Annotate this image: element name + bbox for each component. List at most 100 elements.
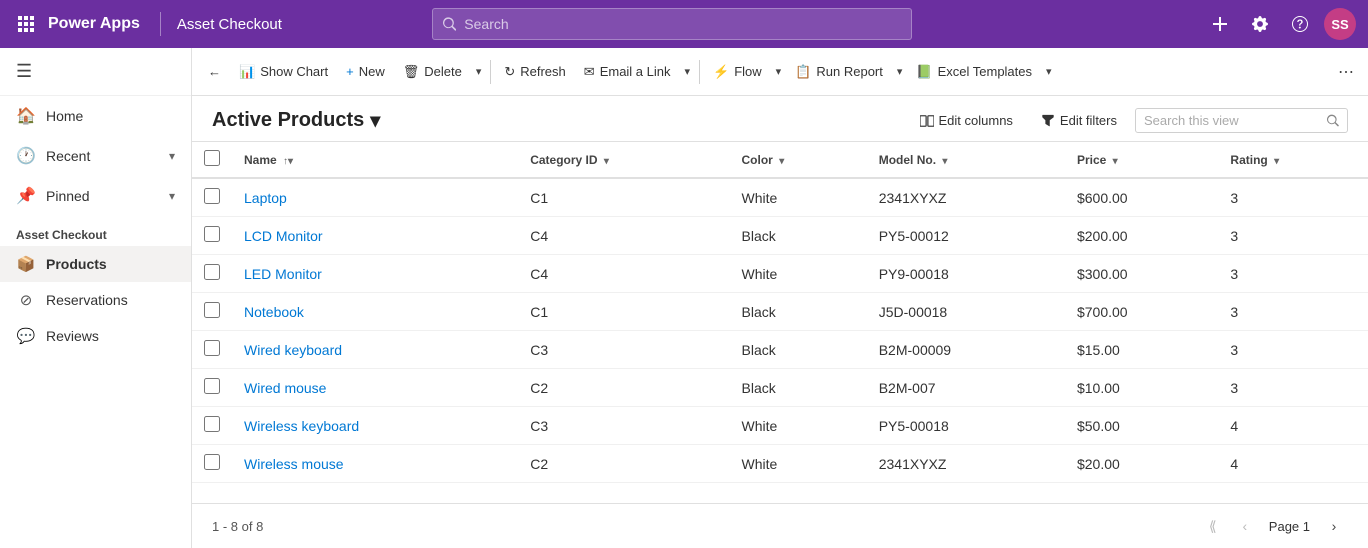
sidebar-home-label: Home bbox=[46, 108, 83, 124]
cell-name-4[interactable]: Wired keyboard bbox=[232, 331, 518, 369]
app-title: Asset Checkout bbox=[177, 16, 282, 33]
sidebar-item-recent[interactable]: 🕐 Recent ▾ bbox=[0, 136, 191, 176]
product-link-7[interactable]: Wireless mouse bbox=[244, 456, 344, 472]
row-checkbox-6[interactable] bbox=[192, 407, 232, 445]
sidebar-item-products[interactable]: 📦 Products bbox=[0, 246, 191, 282]
col-header-price[interactable]: Price ▾ bbox=[1065, 142, 1218, 178]
row-checkbox-2[interactable] bbox=[192, 255, 232, 293]
row-select-0[interactable] bbox=[204, 188, 220, 204]
recent-chevron-icon: ▾ bbox=[169, 149, 175, 163]
pin-icon: 📌 bbox=[16, 186, 36, 206]
cell-model-0: 2341XYXZ bbox=[867, 178, 1065, 217]
row-select-5[interactable] bbox=[204, 378, 220, 394]
cell-model-1: PY5-00012 bbox=[867, 217, 1065, 255]
next-page-button[interactable]: › bbox=[1320, 512, 1348, 540]
row-checkbox-0[interactable] bbox=[192, 178, 232, 217]
cell-category-1: C4 bbox=[518, 217, 729, 255]
edit-columns-button[interactable]: Edit columns bbox=[910, 108, 1023, 133]
cell-color-2: White bbox=[730, 255, 867, 293]
cell-color-4: Black bbox=[730, 331, 867, 369]
excel-dropdown-button[interactable]: ▾ bbox=[1042, 60, 1056, 83]
row-select-7[interactable] bbox=[204, 454, 220, 470]
cell-rating-6: 4 bbox=[1218, 407, 1368, 445]
row-select-6[interactable] bbox=[204, 416, 220, 432]
excel-templates-button[interactable]: 📗 Excel Templates bbox=[908, 59, 1040, 85]
row-checkbox-4[interactable] bbox=[192, 331, 232, 369]
row-select-3[interactable] bbox=[204, 302, 220, 318]
delete-dropdown-button[interactable]: ▾ bbox=[472, 60, 486, 83]
product-link-0[interactable]: Laptop bbox=[244, 190, 287, 206]
cell-category-2: C4 bbox=[518, 255, 729, 293]
refresh-label: Refresh bbox=[520, 64, 566, 79]
row-select-1[interactable] bbox=[204, 226, 220, 242]
run-report-button[interactable]: 📋 Run Report bbox=[787, 59, 891, 85]
user-avatar[interactable]: SS bbox=[1324, 8, 1356, 40]
new-button[interactable]: + New bbox=[338, 59, 393, 84]
cell-name-3[interactable]: Notebook bbox=[232, 293, 518, 331]
global-search-input[interactable] bbox=[464, 16, 901, 32]
row-select-2[interactable] bbox=[204, 264, 220, 280]
sidebar-item-pinned[interactable]: 📌 Pinned ▾ bbox=[0, 176, 191, 216]
search-view-input[interactable] bbox=[1144, 113, 1321, 128]
cell-name-6[interactable]: Wireless keyboard bbox=[232, 407, 518, 445]
row-checkbox-3[interactable] bbox=[192, 293, 232, 331]
grid-header-actions: Edit columns Edit filters bbox=[910, 108, 1349, 133]
product-link-1[interactable]: LCD Monitor bbox=[244, 228, 323, 244]
run-report-label: Run Report bbox=[816, 64, 882, 79]
record-count: 1 - 8 of 8 bbox=[212, 519, 263, 534]
email-dropdown-button[interactable]: ▾ bbox=[681, 60, 695, 83]
row-checkbox-7[interactable] bbox=[192, 445, 232, 483]
refresh-button[interactable]: ↻ Refresh bbox=[496, 59, 573, 85]
product-link-4[interactable]: Wired keyboard bbox=[244, 342, 342, 358]
col-header-color[interactable]: Color ▾ bbox=[730, 142, 867, 178]
cell-name-1[interactable]: LCD Monitor bbox=[232, 217, 518, 255]
row-checkbox-1[interactable] bbox=[192, 217, 232, 255]
row-checkbox-5[interactable] bbox=[192, 369, 232, 407]
cell-category-7: C2 bbox=[518, 445, 729, 483]
cell-name-5[interactable]: Wired mouse bbox=[232, 369, 518, 407]
select-all-checkbox[interactable] bbox=[204, 150, 220, 166]
col-header-name[interactable]: Name ↑▾ bbox=[232, 142, 518, 178]
flow-button[interactable]: ⚡ Flow bbox=[705, 59, 770, 85]
row-select-4[interactable] bbox=[204, 340, 220, 356]
back-button[interactable]: ← bbox=[200, 59, 229, 84]
cell-name-0[interactable]: Laptop bbox=[232, 178, 518, 217]
flow-dropdown-button[interactable]: ▾ bbox=[772, 60, 786, 83]
select-all-header[interactable] bbox=[192, 142, 232, 178]
help-icon[interactable] bbox=[1284, 8, 1316, 40]
first-page-button[interactable]: ⟪ bbox=[1199, 512, 1227, 540]
product-link-6[interactable]: Wireless keyboard bbox=[244, 418, 359, 434]
grid-title-chevron-icon[interactable]: ▾ bbox=[370, 108, 380, 133]
global-search-box[interactable] bbox=[432, 8, 912, 40]
table-row: Wired keyboard C3 Black B2M-00009 $15.00… bbox=[192, 331, 1368, 369]
settings-icon[interactable] bbox=[1244, 8, 1276, 40]
table-row: Wireless mouse C2 White 2341XYXZ $20.00 … bbox=[192, 445, 1368, 483]
product-link-2[interactable]: LED Monitor bbox=[244, 266, 322, 282]
cell-price-3: $700.00 bbox=[1065, 293, 1218, 331]
run-report-dropdown-button[interactable]: ▾ bbox=[893, 60, 907, 83]
sidebar-item-reservations[interactable]: ⊘ Reservations bbox=[0, 282, 191, 318]
product-link-5[interactable]: Wired mouse bbox=[244, 380, 326, 396]
sidebar-toggle[interactable]: ☰ bbox=[0, 48, 191, 96]
product-link-3[interactable]: Notebook bbox=[244, 304, 304, 320]
cell-name-2[interactable]: LED Monitor bbox=[232, 255, 518, 293]
cell-name-7[interactable]: Wireless mouse bbox=[232, 445, 518, 483]
col-header-rating[interactable]: Rating ▾ bbox=[1218, 142, 1368, 178]
email-link-label: Email a Link bbox=[600, 64, 671, 79]
cell-rating-7: 4 bbox=[1218, 445, 1368, 483]
waffle-menu-icon[interactable] bbox=[12, 10, 40, 38]
col-header-category[interactable]: Category ID ▾ bbox=[518, 142, 729, 178]
add-button[interactable] bbox=[1204, 8, 1236, 40]
col-header-model[interactable]: Model No. ▾ bbox=[867, 142, 1065, 178]
search-view-box[interactable] bbox=[1135, 108, 1348, 133]
delete-button[interactable]: 🗑 Delete bbox=[395, 59, 470, 85]
prev-page-button[interactable]: ‹ bbox=[1231, 512, 1259, 540]
sidebar-item-home[interactable]: 🏠 Home bbox=[0, 96, 191, 136]
more-commands-button[interactable]: ⋯ bbox=[1332, 57, 1360, 87]
cell-price-0: $600.00 bbox=[1065, 178, 1218, 217]
email-link-button[interactable]: ✉ Email a Link bbox=[576, 59, 679, 85]
edit-filters-button[interactable]: Edit filters bbox=[1031, 108, 1127, 133]
sidebar-item-reviews[interactable]: 💬 Reviews bbox=[0, 318, 191, 354]
show-chart-button[interactable]: 📊 Show Chart bbox=[231, 59, 336, 85]
pinned-chevron-icon: ▾ bbox=[169, 189, 175, 203]
